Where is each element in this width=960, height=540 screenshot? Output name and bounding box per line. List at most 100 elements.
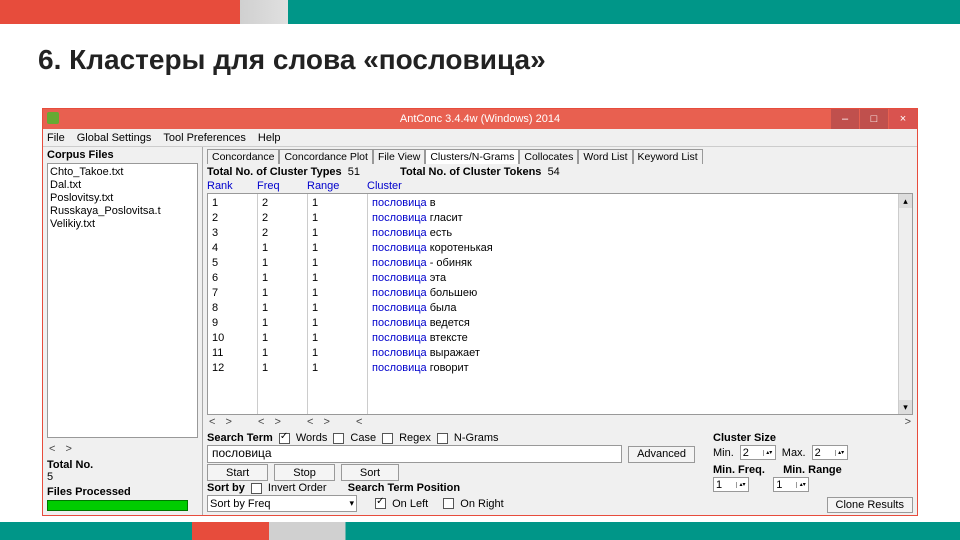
cell-range[interactable]: 1 — [312, 316, 363, 331]
words-checkbox[interactable] — [279, 433, 290, 444]
sortby-select[interactable]: Sort by Freq — [207, 495, 357, 512]
maximize-button[interactable]: □ — [860, 109, 888, 129]
cell-cluster[interactable]: пословица - обиняк — [372, 256, 908, 271]
cell-cluster[interactable]: пословица втексте — [372, 331, 908, 346]
cell-cluster[interactable]: пословица гласит — [372, 211, 908, 226]
start-button[interactable]: Start — [207, 464, 268, 481]
cell-rank[interactable]: 7 — [212, 286, 253, 301]
cell-rank[interactable]: 6 — [212, 271, 253, 286]
corpus-file-list[interactable]: Chto_Takoe.txt Dal.txt Poslovitsy.txt Ru… — [47, 163, 198, 438]
advanced-button[interactable]: Advanced — [628, 446, 695, 463]
min-range-spinner[interactable]: ▴▾ — [773, 477, 809, 492]
scrollbar[interactable]: ▴▾ — [898, 194, 912, 414]
cell-cluster[interactable]: пословица выражает — [372, 346, 908, 361]
close-button[interactable]: × — [889, 109, 917, 129]
window-title: AntConc 3.4.4w (Windows) 2014 — [400, 113, 560, 125]
cell-cluster[interactable]: пословица большею — [372, 286, 908, 301]
file-item[interactable]: Poslovitsy.txt — [50, 192, 195, 205]
tab-concordance-plot[interactable]: Concordance Plot — [279, 149, 372, 164]
ngrams-checkbox[interactable] — [437, 433, 448, 444]
cell-range[interactable]: 1 — [312, 241, 363, 256]
col-freq[interactable]: Freq — [257, 180, 307, 192]
cell-range[interactable]: 1 — [312, 256, 363, 271]
cluster-types-value: 51 — [348, 166, 360, 178]
tab-file-view[interactable]: File View — [373, 149, 425, 164]
cell-range[interactable]: 1 — [312, 226, 363, 241]
cell-cluster[interactable]: пословица была — [372, 301, 908, 316]
menu-help[interactable]: Help — [258, 132, 281, 144]
tab-collocates[interactable]: Collocates — [519, 149, 578, 164]
right-pane: Concordance Concordance Plot File View C… — [203, 147, 917, 515]
cell-range[interactable]: 1 — [312, 271, 363, 286]
file-item[interactable]: Velikiy.txt — [50, 218, 195, 231]
menu-global-settings[interactable]: Global Settings — [77, 132, 152, 144]
col-cluster[interactable]: Cluster — [367, 180, 913, 192]
cell-cluster[interactable]: пословица эта — [372, 271, 908, 286]
col-range[interactable]: Range — [307, 180, 367, 192]
cell-freq[interactable]: 2 — [262, 211, 303, 226]
cell-freq[interactable]: 1 — [262, 316, 303, 331]
invert-checkbox[interactable] — [251, 483, 262, 494]
onleft-checkbox[interactable] — [375, 498, 386, 509]
cell-rank[interactable]: 2 — [212, 211, 253, 226]
cell-rank[interactable]: 3 — [212, 226, 253, 241]
total-no-value: 5 — [47, 471, 198, 483]
cell-cluster[interactable]: пословица ведется — [372, 316, 908, 331]
file-item[interactable]: Chto_Takoe.txt — [50, 166, 195, 179]
case-checkbox[interactable] — [333, 433, 344, 444]
cell-rank[interactable]: 8 — [212, 301, 253, 316]
min-size-spinner[interactable]: ▴▾ — [740, 445, 776, 460]
cell-rank[interactable]: 12 — [212, 361, 253, 376]
min-freq-spinner[interactable]: ▴▾ — [713, 477, 749, 492]
cell-range[interactable]: 1 — [312, 331, 363, 346]
cell-freq[interactable]: 1 — [262, 331, 303, 346]
cell-range[interactable]: 1 — [312, 361, 363, 376]
cell-freq[interactable]: 1 — [262, 241, 303, 256]
cell-range[interactable]: 1 — [312, 286, 363, 301]
cell-freq[interactable]: 1 — [262, 271, 303, 286]
menu-tool-preferences[interactable]: Tool Preferences — [163, 132, 246, 144]
results-grid[interactable]: 123456789101112222111111111111111111111п… — [207, 193, 913, 415]
onright-checkbox[interactable] — [443, 498, 454, 509]
stop-button[interactable]: Stop — [274, 464, 335, 481]
cell-freq[interactable]: 1 — [262, 301, 303, 316]
cell-rank[interactable]: 1 — [212, 196, 253, 211]
max-size-spinner[interactable]: ▴▾ — [812, 445, 848, 460]
cell-freq[interactable]: 2 — [262, 196, 303, 211]
cell-cluster[interactable]: пословица в — [372, 196, 908, 211]
cluster-types-label: Total No. of Cluster Types — [207, 166, 342, 178]
file-item[interactable]: Russkaya_Poslovitsa.t — [50, 205, 195, 218]
cell-range[interactable]: 1 — [312, 211, 363, 226]
cell-rank[interactable]: 11 — [212, 346, 253, 361]
cell-rank[interactable]: 10 — [212, 331, 253, 346]
tab-keyword-list[interactable]: Keyword List — [633, 149, 703, 164]
file-item[interactable]: Dal.txt — [50, 179, 195, 192]
cell-range[interactable]: 1 — [312, 346, 363, 361]
cell-freq[interactable]: 1 — [262, 346, 303, 361]
app-window: AntConc 3.4.4w (Windows) 2014 – □ × File… — [42, 108, 918, 516]
col-rank[interactable]: Rank — [207, 180, 257, 192]
cell-freq[interactable]: 1 — [262, 286, 303, 301]
clone-results-button[interactable]: Clone Results — [827, 497, 913, 513]
cell-cluster[interactable]: пословица говорит — [372, 361, 908, 376]
cell-range[interactable]: 1 — [312, 301, 363, 316]
app-icon — [47, 112, 59, 124]
cell-freq[interactable]: 1 — [262, 361, 303, 376]
regex-checkbox[interactable] — [382, 433, 393, 444]
tab-concordance[interactable]: Concordance — [207, 149, 279, 164]
tab-word-list[interactable]: Word List — [578, 149, 632, 164]
menu-file[interactable]: File — [47, 132, 65, 144]
left-pane: Corpus Files Chto_Takoe.txt Dal.txt Posl… — [43, 147, 203, 515]
search-input[interactable]: пословица — [207, 445, 622, 463]
cell-rank[interactable]: 5 — [212, 256, 253, 271]
cell-freq[interactable]: 1 — [262, 256, 303, 271]
tab-clusters[interactable]: Clusters/N-Grams — [425, 149, 519, 164]
sort-button[interactable]: Sort — [341, 464, 399, 481]
minimize-button[interactable]: – — [831, 109, 859, 129]
cell-cluster[interactable]: пословица есть — [372, 226, 908, 241]
cell-range[interactable]: 1 — [312, 196, 363, 211]
cell-rank[interactable]: 4 — [212, 241, 253, 256]
cell-freq[interactable]: 2 — [262, 226, 303, 241]
cell-cluster[interactable]: пословица коротенькая — [372, 241, 908, 256]
cell-rank[interactable]: 9 — [212, 316, 253, 331]
